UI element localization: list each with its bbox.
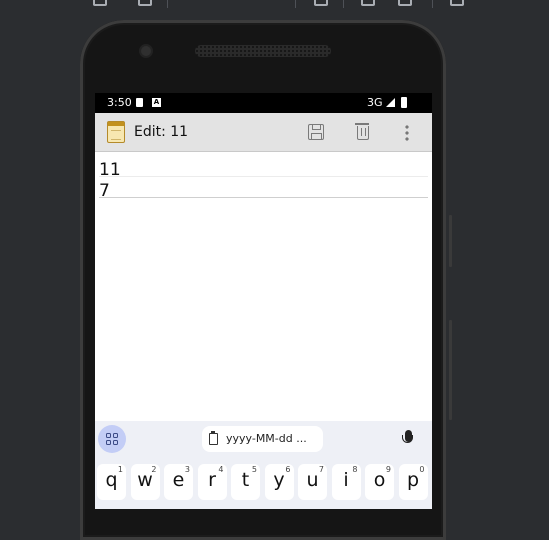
delete-icon[interactable] — [355, 123, 369, 140]
microphone-icon[interactable] — [402, 430, 413, 443]
toolbar-icon[interactable] — [93, 0, 107, 6]
power-button[interactable] — [449, 215, 452, 267]
signal-icon — [386, 98, 395, 107]
help-icon[interactable] — [450, 0, 464, 6]
line-rule — [99, 176, 428, 177]
status-time: 3:50 — [107, 96, 132, 109]
screenshot-icon[interactable] — [361, 0, 375, 6]
clipboard-suggestion[interactable]: yyyy-MM-dd ... — [202, 426, 323, 452]
emulator-toolbar — [0, 0, 549, 10]
front-camera — [141, 46, 151, 56]
notepad-icon — [107, 121, 125, 143]
toolbar-icon[interactable] — [138, 0, 152, 6]
save-icon[interactable] — [308, 124, 324, 140]
network-type: 3G — [367, 96, 383, 109]
key-i[interactable]: 8i — [331, 464, 361, 500]
line-rule — [99, 197, 428, 198]
clipboard-icon — [209, 431, 218, 445]
toolbar-divider — [343, 0, 344, 8]
battery-icon — [401, 97, 407, 108]
key-u[interactable]: 7u — [298, 464, 327, 500]
toolbar-divider — [295, 0, 296, 8]
key-row: 1q 2w 3e 4r 5t 6y 7u 8i 9o 0p — [97, 464, 430, 504]
key-q[interactable]: 1q — [97, 464, 126, 500]
settings-icon[interactable] — [314, 0, 328, 6]
key-y[interactable]: 6y — [264, 464, 294, 500]
soft-keyboard: yyyy-MM-dd ... 1q 2w 3e 4r 5t 6y 7u 8i 9… — [95, 421, 432, 509]
key-r[interactable]: 4r — [197, 464, 227, 500]
editor-line[interactable]: 11 — [99, 160, 121, 180]
clipboard-suggestion-text: yyyy-MM-dd ... — [226, 432, 307, 445]
key-p[interactable]: 0p — [398, 464, 428, 500]
key-t[interactable]: 5t — [231, 464, 260, 500]
toolbar-divider — [432, 0, 433, 8]
note-editor[interactable]: 11 7 — [95, 152, 432, 422]
key-e[interactable]: 3e — [164, 464, 193, 500]
status-bar: 3:50 A 3G — [95, 93, 432, 113]
notification-a-icon: A — [152, 98, 161, 107]
screen-record-icon[interactable] — [398, 0, 412, 6]
key-w[interactable]: 2w — [130, 464, 160, 500]
app-bar: Edit: 11 — [95, 113, 432, 152]
sim-card-icon — [136, 98, 143, 107]
toolbar-divider — [167, 0, 168, 8]
overflow-menu-icon[interactable] — [405, 124, 409, 142]
volume-button[interactable] — [449, 320, 452, 420]
editor-line[interactable]: 7 — [99, 181, 110, 201]
earpiece-speaker — [195, 45, 331, 57]
device-screen: 3:50 A 3G Edit: 11 11 7 yyyy-MM-dd ... 1… — [95, 93, 432, 509]
apps-grid-icon[interactable] — [98, 425, 126, 453]
key-o[interactable]: 9o — [365, 464, 394, 500]
app-title: Edit: 11 — [134, 124, 189, 140]
